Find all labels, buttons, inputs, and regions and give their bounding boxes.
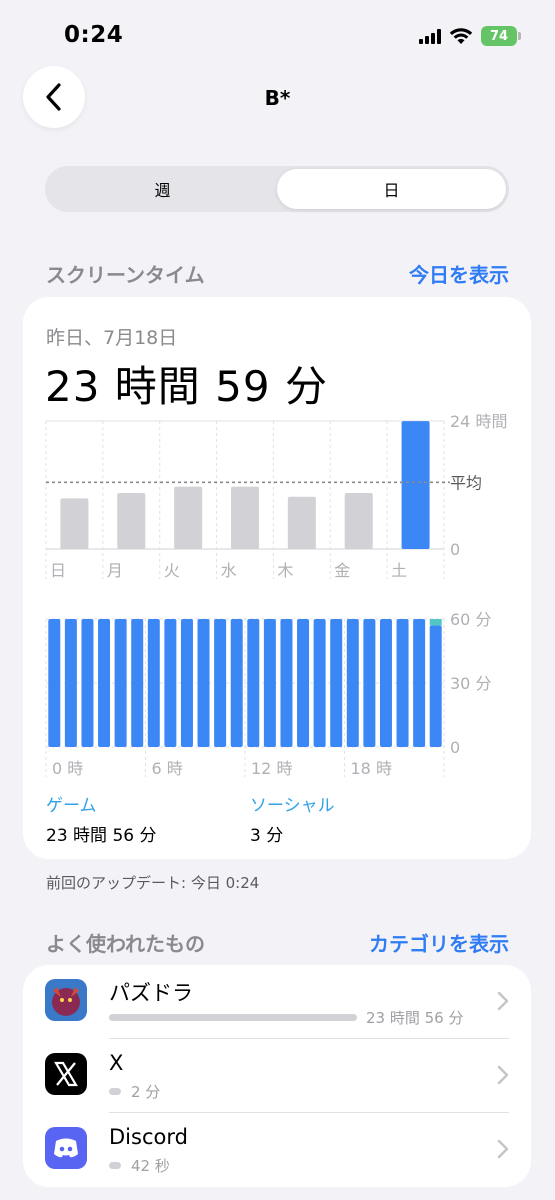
most-used-header: よく使われたもの bbox=[46, 932, 205, 956]
x-tick-label: 12 時 bbox=[251, 759, 292, 778]
chart-bar-secondary bbox=[429, 619, 442, 626]
chart-bar bbox=[98, 619, 111, 747]
chart-bar bbox=[164, 619, 177, 747]
chart-bar bbox=[147, 619, 160, 747]
app-usage-time: 42 秒 bbox=[131, 1157, 170, 1175]
usage-bar bbox=[109, 1014, 357, 1021]
x-app-icon bbox=[45, 1053, 87, 1095]
wifi-icon bbox=[449, 27, 473, 45]
chart-bar bbox=[280, 619, 293, 747]
chart-bar bbox=[131, 619, 144, 747]
list-item-app[interactable]: X 2 分 bbox=[23, 1039, 531, 1113]
category-label-game[interactable]: ゲーム bbox=[46, 791, 97, 816]
puzzle-dragons-app-icon bbox=[45, 979, 87, 1021]
list-item-app[interactable]: パズドラ 23 時間 56 分 bbox=[23, 965, 531, 1039]
chart-bar bbox=[396, 619, 409, 747]
x-tick-label: 18 時 bbox=[351, 759, 392, 778]
y-tick-label: 30 分 bbox=[450, 674, 491, 693]
period-segmented-control: 週 日 bbox=[45, 166, 509, 212]
chart-bar bbox=[297, 619, 310, 747]
show-categories-link[interactable]: カテゴリを表示 bbox=[369, 928, 509, 957]
chart-bar bbox=[64, 619, 77, 747]
chart-bar bbox=[413, 619, 426, 747]
show-today-link[interactable]: 今日を表示 bbox=[409, 259, 509, 288]
battery-level: 74 bbox=[489, 28, 509, 44]
app-usage-time: 2 分 bbox=[131, 1083, 161, 1101]
category-label-social[interactable]: ソーシャル bbox=[250, 791, 335, 816]
discord-app-icon bbox=[45, 1127, 87, 1169]
chart-bar bbox=[214, 619, 227, 747]
hourly-chart-svg: 0 時 6 時 12 時 18 時 60 分 30 分 0 bbox=[45, 610, 491, 778]
x-tick-label: 0 時 bbox=[52, 759, 83, 778]
chevron-right-icon bbox=[497, 991, 509, 1011]
screen-time-header: スクリーンタイム bbox=[46, 263, 205, 287]
most-used-card: パズドラ 23 時間 56 分 X 2 分 Discord 42 秒 bbox=[23, 965, 531, 1187]
screen-time-card: 昨日、7月18日 23 時間 59 分 日月火水木金土 24 時間 平均 0 0 時6… bbox=[23, 297, 531, 859]
chart-bar bbox=[330, 619, 343, 747]
segment-week[interactable]: 週 bbox=[48, 169, 277, 209]
chart-bar bbox=[313, 619, 326, 747]
chart-bar bbox=[114, 619, 127, 747]
status-icons: 74 bbox=[419, 26, 521, 46]
category-value-game: 23 時間 56 分 bbox=[46, 826, 157, 846]
y-tick-label: 60 分 bbox=[450, 610, 491, 629]
x-tick-label: 6 時 bbox=[152, 759, 183, 778]
chart-bar bbox=[48, 619, 61, 747]
chart-bar bbox=[346, 619, 359, 747]
status-bar: 0:24 74 bbox=[0, 0, 555, 72]
status-time: 0:24 bbox=[64, 22, 124, 48]
app-name: パズドラ bbox=[109, 981, 193, 1005]
app-usage-time: 23 時間 56 分 bbox=[366, 1009, 464, 1027]
chart-bar bbox=[81, 619, 94, 747]
chart-bar bbox=[263, 619, 276, 747]
usage-bar bbox=[109, 1088, 121, 1095]
last-update-note: 前回のアップデート: 今日 0:24 bbox=[46, 874, 260, 892]
chart-bar bbox=[429, 625, 442, 747]
chart-bar bbox=[180, 619, 193, 747]
app-name: Discord bbox=[109, 1125, 188, 1149]
list-item-app[interactable]: Discord 42 秒 bbox=[23, 1113, 531, 1187]
y-tick-label: 0 bbox=[450, 738, 460, 757]
category-value-social: 3 分 bbox=[250, 826, 284, 846]
page-title: B* bbox=[264, 86, 291, 110]
battery-icon: 74 bbox=[481, 26, 521, 46]
chevron-right-icon bbox=[497, 1139, 509, 1159]
cellular-signal-icon bbox=[419, 28, 441, 44]
chevron-right-icon bbox=[497, 1065, 509, 1085]
chart-bar bbox=[197, 619, 210, 747]
chart-bar bbox=[379, 619, 392, 747]
usage-bar bbox=[109, 1162, 121, 1169]
segment-day[interactable]: 日 bbox=[277, 169, 506, 209]
chart-bar bbox=[363, 619, 376, 747]
app-name: X bbox=[109, 1051, 124, 1075]
chart-bar bbox=[230, 619, 243, 747]
chart-bar bbox=[247, 619, 260, 747]
